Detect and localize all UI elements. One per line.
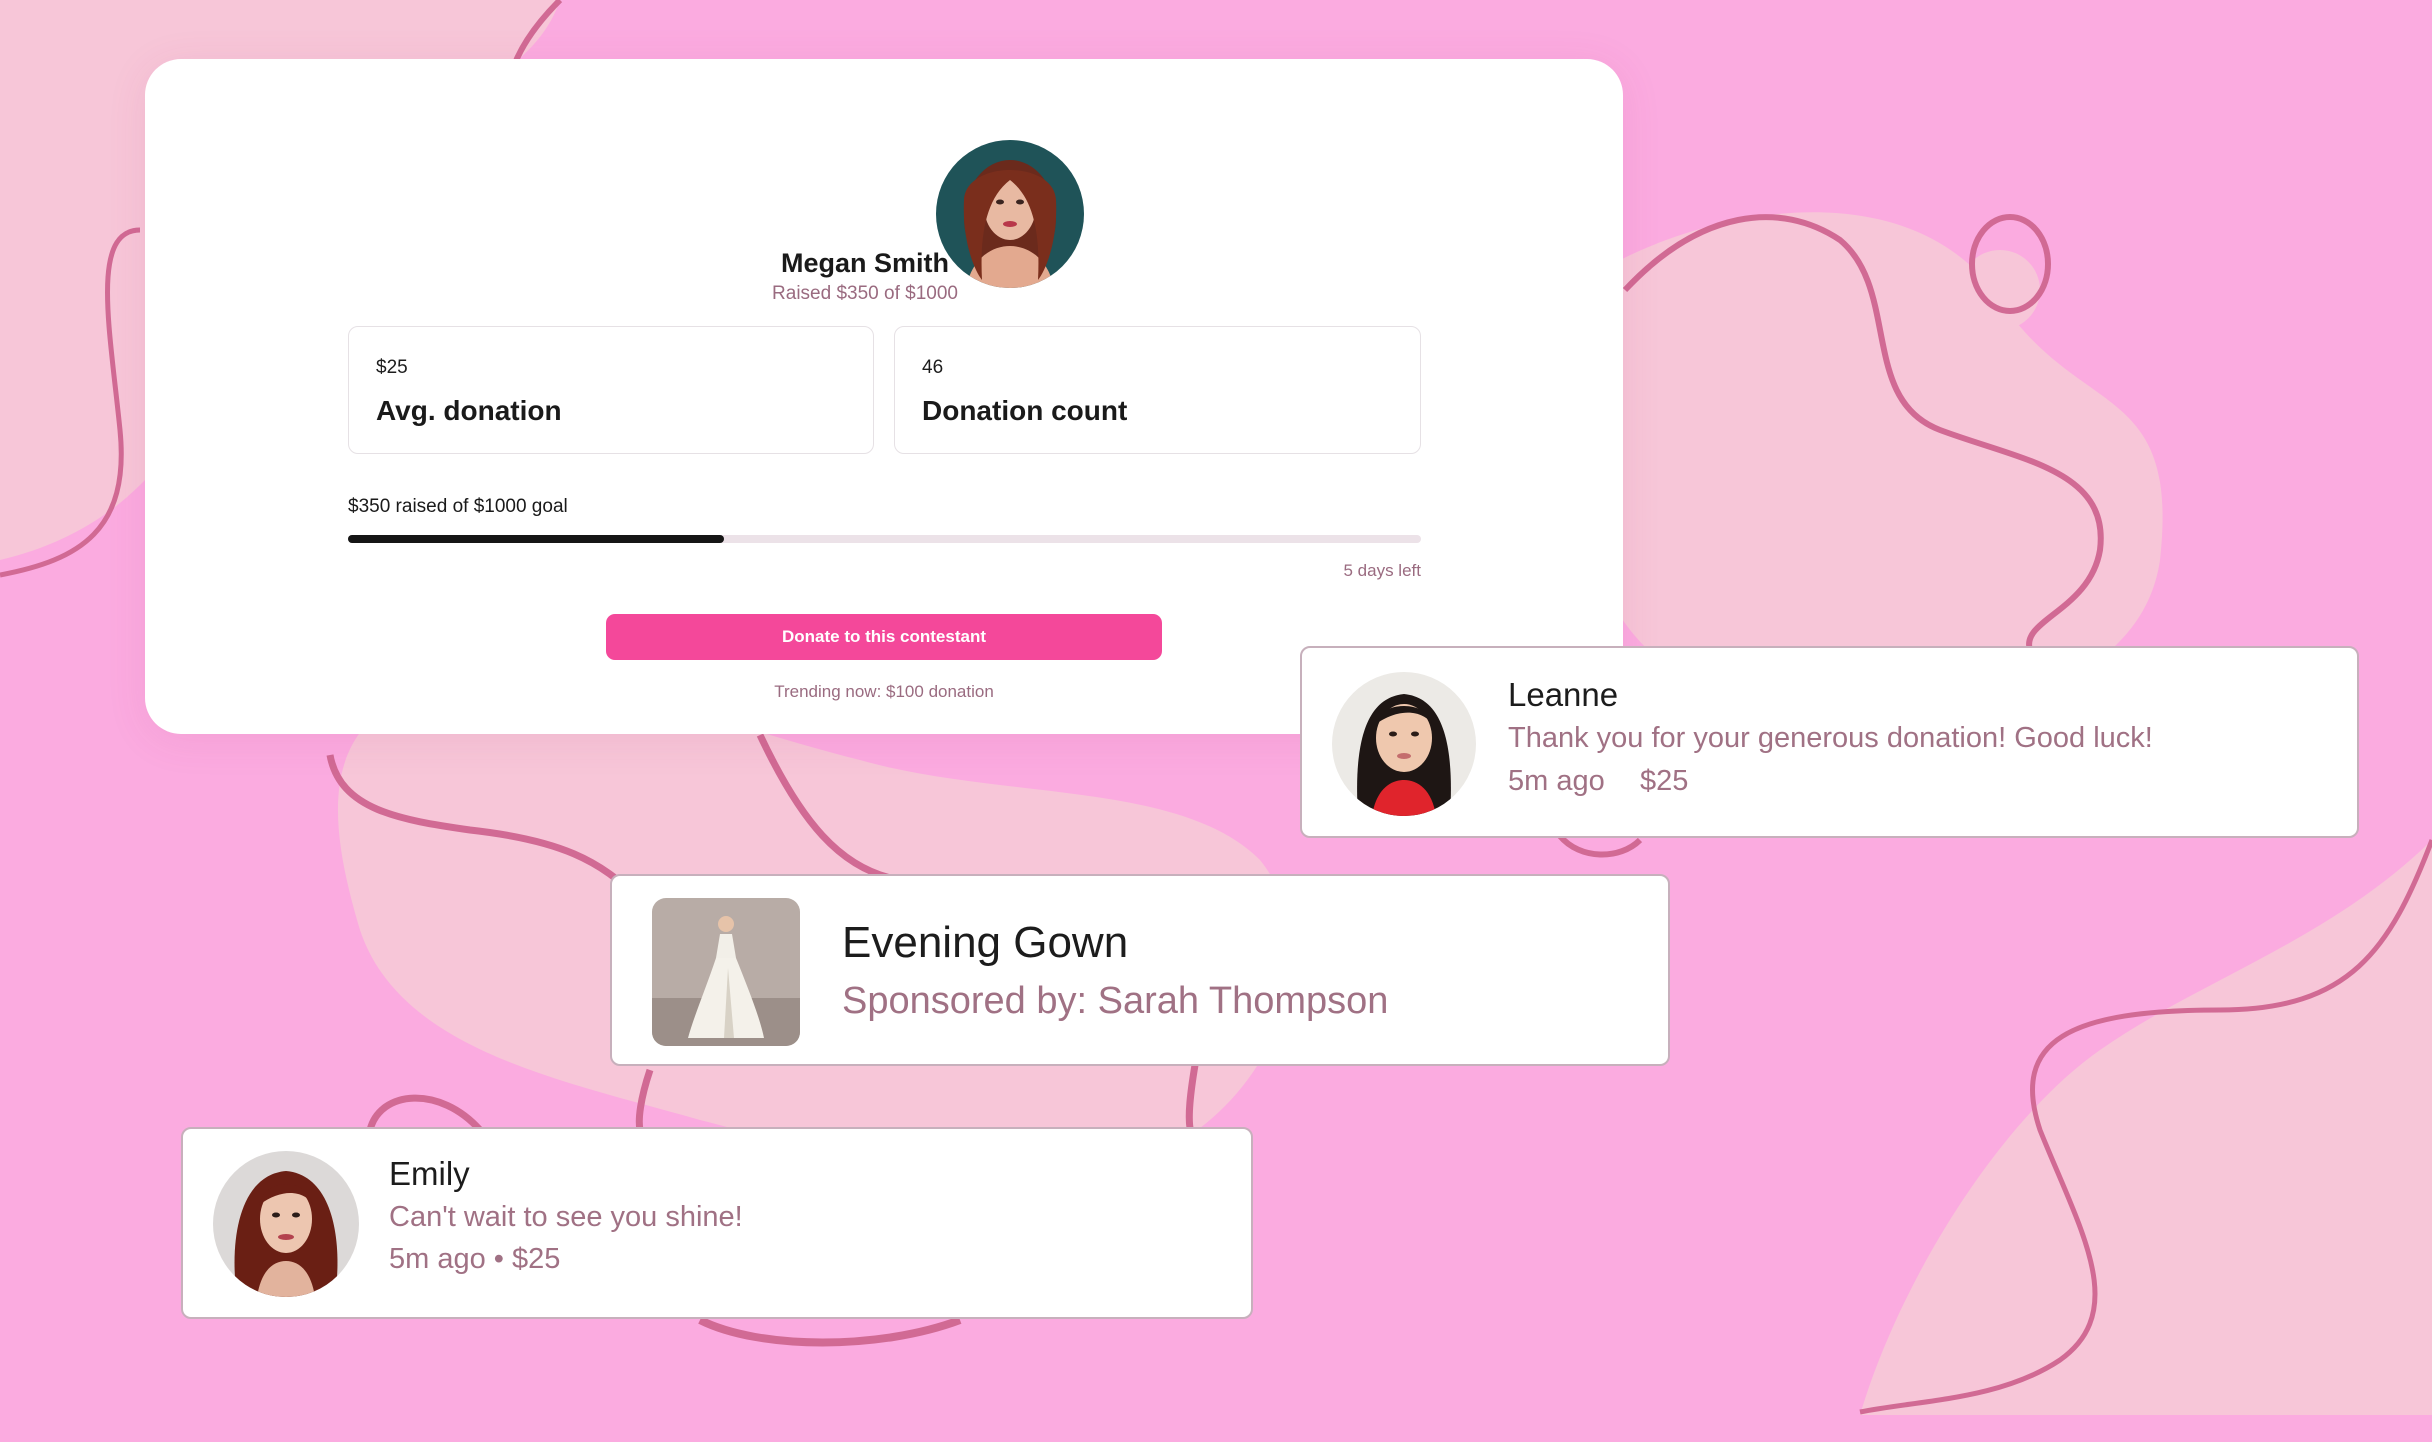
emily-avatar — [213, 1151, 359, 1297]
donate-button[interactable]: Donate to this contestant — [606, 614, 1162, 660]
trending-text: Trending now: $100 donation — [774, 682, 994, 701]
commenter-name: Emily — [389, 1155, 470, 1192]
comment-text: Can't wait to see you shine! — [389, 1201, 743, 1233]
sponsor-card-gown: Evening Gown Sponsored by: Sarah Thompso… — [610, 874, 1670, 1066]
message-card-emily: Emily Can't wait to see you shine! 5m ag… — [181, 1127, 1253, 1319]
message-card-leanne: Leanne Thank you for your generous donat… — [1300, 646, 2359, 838]
raised-summary: Raised $350 of $1000 — [772, 283, 958, 304]
progress-fill — [348, 535, 724, 543]
comment-amount: $25 — [1640, 765, 1689, 797]
commenter-name: Leanne — [1508, 676, 1619, 713]
contestant-name: Megan Smith — [780, 248, 949, 278]
comment-time: 5m ago — [1508, 765, 1605, 797]
days-left: 5 days left — [1343, 561, 1422, 580]
stat-label: Donation count — [922, 395, 1128, 426]
stat-value: 46 — [922, 357, 944, 378]
progress-bar — [348, 535, 1421, 543]
sponsor-text: Sponsored by: Sarah Thompson — [842, 980, 1389, 1022]
stat-value: $25 — [376, 357, 408, 378]
gown-title: Evening Gown — [842, 918, 1129, 967]
stat-avg-donation: $25 Avg. donation — [348, 326, 874, 454]
gown-image — [652, 898, 800, 1046]
comment-meta: 5m ago • $25 — [389, 1243, 561, 1275]
comment-text: Thank you for your generous donation! Go… — [1508, 722, 2153, 754]
stat-label: Avg. donation — [376, 395, 562, 426]
goal-label: $350 raised of $1000 goal — [348, 496, 568, 517]
leanne-avatar — [1332, 672, 1476, 816]
stat-donation-count: 46 Donation count — [894, 326, 1421, 454]
